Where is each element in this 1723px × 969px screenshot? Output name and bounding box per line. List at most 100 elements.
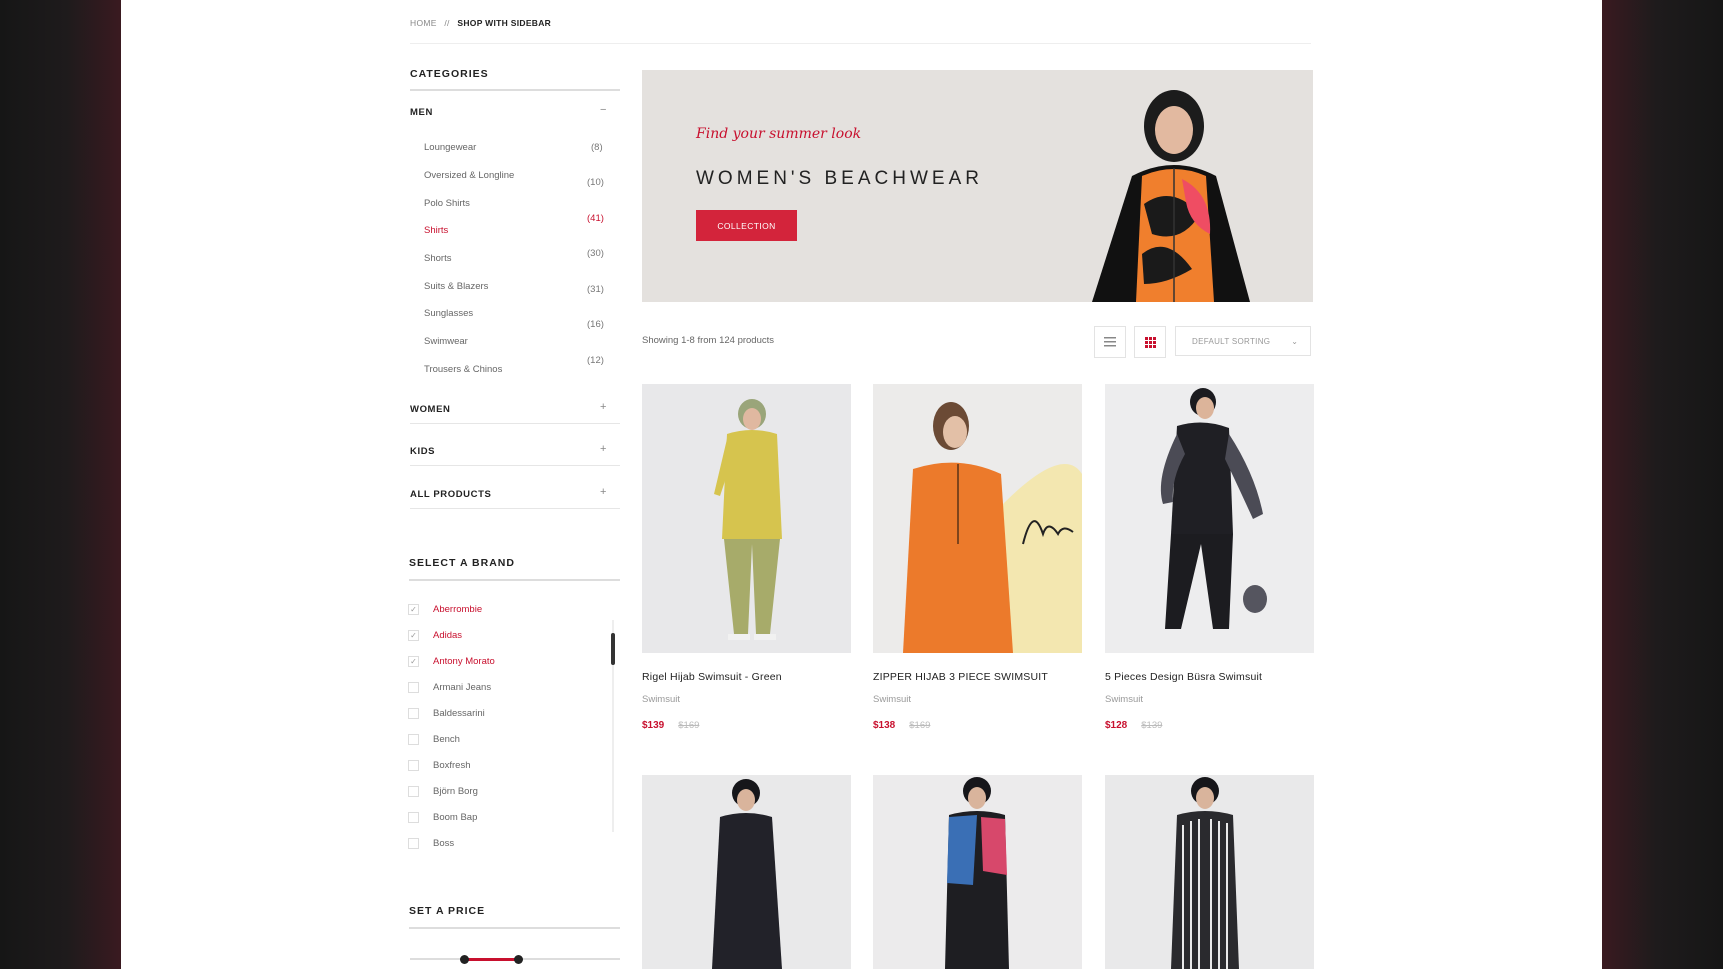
breadcrumb-home[interactable]: HOME (410, 18, 437, 28)
product-image[interactable] (873, 775, 1082, 969)
checkbox-icon[interactable] (408, 681, 419, 693)
product-title[interactable]: 5 Pieces Design Büsra Swimsuit (1105, 671, 1262, 683)
category-item-shirts[interactable]: Shirts (424, 225, 448, 236)
category-count: (16) (587, 319, 604, 330)
expand-icon[interactable]: + (600, 486, 606, 498)
product-card[interactable]: 5 Pieces Design Büsra Swimsuit Swimsuit … (1105, 384, 1314, 734)
right-backdrop (1602, 0, 1723, 969)
checkbox-icon[interactable] (408, 759, 419, 771)
product-old-price: $139 (1141, 720, 1163, 731)
category-item-polo-shirts[interactable]: Polo Shirts (424, 198, 470, 209)
breadcrumb-current: SHOP WITH SIDEBAR (457, 18, 552, 28)
categories-title: CATEGORIES (410, 68, 489, 80)
brand-label: Antony Morato (433, 655, 495, 667)
product-card[interactable]: ZIPPER HIJAB 3 PIECE SWIMSUIT Swimsuit $… (873, 384, 1082, 734)
brand-option[interactable]: Baldessarini (408, 700, 598, 726)
category-item-swimwear[interactable]: Swimwear (424, 336, 468, 347)
chevron-down-icon: ⌄ (1291, 336, 1298, 346)
checkbox-icon[interactable] (408, 785, 419, 797)
result-count: Showing 1-8 from 124 products (642, 335, 775, 346)
product-title[interactable]: ZIPPER HIJAB 3 PIECE SWIMSUIT (873, 671, 1048, 683)
product-image[interactable] (1105, 775, 1314, 969)
brand-option[interactable]: ✓ Antony Morato (408, 648, 598, 674)
divider (410, 465, 620, 466)
brand-list: ✓ Aberrombie ✓ Adidas ✓ Antony Morato Arman… (408, 596, 598, 856)
product-price: $128 (1105, 720, 1128, 731)
divider (410, 423, 620, 424)
brand-option[interactable]: ✓ Aberrombie (408, 596, 598, 622)
categories-title-rule (410, 89, 620, 91)
product-title[interactable]: Rigel Hijab Swimsuit - Green (642, 671, 782, 683)
checkbox-checked-icon[interactable]: ✓ (408, 603, 419, 615)
brand-option[interactable]: Bench (408, 726, 598, 752)
price-min-handle[interactable] (460, 955, 469, 964)
checkbox-icon[interactable] (408, 837, 419, 849)
brand-option[interactable]: Armani Jeans (408, 674, 598, 700)
checkbox-checked-icon[interactable]: ✓ (408, 655, 419, 667)
list-view-button[interactable] (1094, 326, 1126, 358)
price-title: SET A PRICE (409, 905, 486, 917)
brand-label: Björn Borg (433, 785, 478, 797)
category-item-loungewear[interactable]: Loungewear (424, 142, 476, 153)
product-photo-striped-swimsuit (1105, 775, 1314, 969)
brand-option[interactable]: Boom Bap (408, 804, 598, 830)
category-men[interactable]: MEN (410, 107, 433, 118)
grid-icon (1144, 336, 1156, 348)
brand-option[interactable]: ✓ Adidas (408, 622, 598, 648)
product-image[interactable] (873, 384, 1082, 653)
product-category: Swimsuit (873, 694, 912, 705)
product-image[interactable] (642, 384, 851, 653)
brand-label: Adidas (433, 629, 463, 641)
expand-icon[interactable]: + (600, 401, 606, 413)
product-image[interactable] (642, 775, 851, 969)
brand-option[interactable]: Boxfresh (408, 752, 598, 778)
category-item-oversized[interactable]: Oversized & Longline (424, 170, 514, 181)
brand-scrollbar-thumb[interactable] (611, 633, 615, 665)
left-backdrop (0, 0, 121, 969)
sort-select[interactable]: DEFAULT SORTING ⌄ (1175, 326, 1311, 356)
category-women[interactable]: WOMEN (410, 404, 450, 415)
product-price: $139 (642, 720, 665, 731)
brand-label: Boxfresh (433, 759, 471, 771)
price-max-handle[interactable] (514, 955, 523, 964)
breadcrumb: HOME // SHOP WITH SIDEBAR (410, 18, 551, 28)
category-count: (41) (587, 213, 604, 224)
brand-label: Boom Bap (433, 811, 478, 823)
banner-tagline: Find your summer look (696, 126, 862, 142)
product-price-row: $138 $169 (873, 715, 930, 733)
collection-button[interactable]: COLLECTION (696, 210, 797, 241)
brand-option[interactable]: Boss (408, 830, 598, 856)
brand-option[interactable]: Björn Borg (408, 778, 598, 804)
checkbox-icon[interactable] (408, 707, 419, 719)
category-item-sunglasses[interactable]: Sunglasses (424, 308, 473, 319)
product-old-price: $169 (909, 720, 931, 731)
product-photo-dark-swimsuit (642, 775, 851, 969)
product-price-row: $139 $169 (642, 715, 699, 733)
category-item-shorts[interactable]: Shorts (424, 253, 451, 264)
product-price-row: $128 $139 (1105, 715, 1162, 733)
expand-icon[interactable]: + (600, 443, 606, 455)
grid-view-button[interactable] (1134, 326, 1166, 358)
product-card[interactable]: Rigel Hijab Swimsuit - Green Swimsuit $1… (642, 384, 851, 734)
checkbox-icon[interactable] (408, 733, 419, 745)
category-kids[interactable]: KIDS (410, 446, 435, 457)
category-item-suits[interactable]: Suits & Blazers (424, 281, 488, 292)
banner-title: WOMEN'S BEACHWEAR (696, 168, 983, 189)
category-item-trousers[interactable]: Trousers & Chinos (424, 364, 502, 375)
sort-label: DEFAULT SORTING (1192, 336, 1271, 346)
product-price: $138 (873, 720, 896, 731)
category-count: (10) (587, 177, 604, 188)
product-category: Swimsuit (642, 694, 681, 705)
checkbox-icon[interactable] (408, 811, 419, 823)
category-all-products[interactable]: ALL PRODUCTS (410, 489, 491, 500)
brand-label: Bench (433, 733, 460, 745)
product-photo-print-swimsuit (873, 775, 1082, 969)
category-count: (8) (591, 142, 603, 153)
category-count: (30) (587, 248, 604, 259)
shop-page: HOME // SHOP WITH SIDEBAR CATEGORIES MEN… (121, 0, 1602, 969)
product-image[interactable] (1105, 384, 1314, 653)
divider (410, 508, 620, 509)
collapse-icon[interactable]: − (600, 104, 606, 116)
checkbox-checked-icon[interactable]: ✓ (408, 629, 419, 641)
brand-label: Armani Jeans (433, 681, 492, 693)
